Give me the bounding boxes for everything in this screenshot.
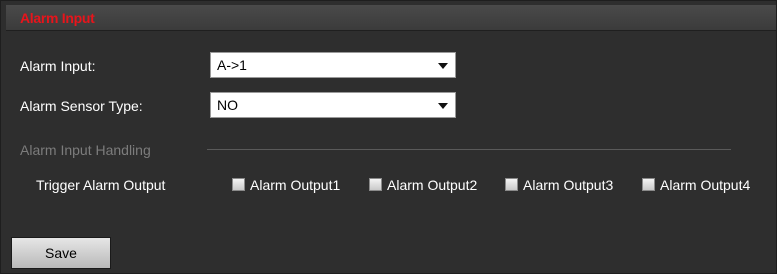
- save-button[interactable]: Save: [11, 237, 111, 269]
- alarm-output-1-checkbox[interactable]: [232, 178, 245, 191]
- alarm-input-label: Alarm Input:: [20, 58, 96, 74]
- alarm-output-4-checkbox[interactable]: [642, 178, 655, 191]
- sensor-type-value: NO: [217, 97, 238, 113]
- panel-title: Alarm Input: [20, 10, 95, 26]
- alarm-output-3-checkbox[interactable]: [505, 178, 518, 191]
- alarm-input-value: A->1: [217, 57, 247, 73]
- alarm-output-1-label: Alarm Output1: [250, 177, 341, 193]
- trigger-alarm-output-label: Trigger Alarm Output: [36, 177, 166, 193]
- alarm-output-4-label: Alarm Output4: [660, 177, 751, 193]
- alarm-input-panel: Alarm Input Alarm Input: A->1 Alarm Sens…: [0, 0, 777, 274]
- sensor-type-select[interactable]: NO: [210, 92, 456, 118]
- alarm-output-2-checkbox[interactable]: [369, 178, 382, 191]
- section-divider: [207, 149, 731, 150]
- panel-header: Alarm Input: [6, 5, 776, 31]
- alarm-output-2-label: Alarm Output2: [387, 177, 478, 193]
- chevron-down-icon: [438, 103, 448, 109]
- alarm-output-3-label: Alarm Output3: [523, 177, 614, 193]
- alarm-input-handling-heading: Alarm Input Handling: [20, 142, 151, 158]
- sensor-type-label: Alarm Sensor Type:: [20, 98, 143, 114]
- alarm-input-select[interactable]: A->1: [210, 52, 456, 78]
- chevron-down-icon: [438, 63, 448, 69]
